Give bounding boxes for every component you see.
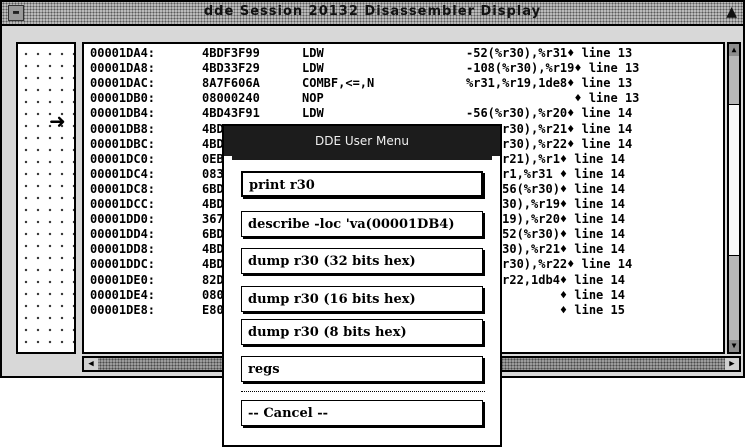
scroll-down-icon[interactable]: ▼: [729, 340, 739, 352]
instruction-hex: 4BD43F91: [202, 106, 260, 121]
breakpoint-gutter[interactable]: [16, 42, 76, 354]
instruction-address: 00001DC4:: [90, 166, 156, 181]
right-arrow-icon: ➜: [49, 109, 66, 133]
instruction-hex: 083: [202, 166, 224, 181]
menu-item-regs[interactable]: regs: [241, 356, 483, 382]
instruction-hex: 4BD33F29: [202, 61, 260, 76]
instruction-opcode: LDW: [302, 46, 324, 60]
instruction-opcode: COMBF,<=,N: [302, 76, 375, 91]
instruction-hex: E80: [202, 302, 224, 317]
instruction-hex: 0EB: [202, 151, 224, 166]
instruction-address: 00001DC8:: [90, 181, 156, 196]
window-maximize-icon[interactable]: ▲: [726, 4, 737, 20]
menu-title-frame: [232, 156, 492, 160]
instruction-hex: 4BD: [202, 136, 224, 151]
instruction-opcode: LDW: [302, 106, 324, 121]
instruction-operands: -52(%r30),%r31♦ line 13: [466, 46, 633, 60]
instruction-hex: 4BD: [202, 242, 224, 257]
instruction-address: 00001DB0:: [90, 91, 156, 106]
menu-item-describe-loc[interactable]: describe -loc 'va(00001DB4): [241, 211, 483, 237]
instruction-address: 00001DC0:: [90, 151, 156, 166]
instruction-address: 00001DDC:: [90, 257, 156, 272]
instruction-hex: 4BD: [202, 197, 224, 211]
menu-item-dump-16[interactable]: dump r30 (16 bits hex): [241, 286, 483, 312]
instruction-operands: %r31,%r19,1de8♦ line 13: [466, 76, 633, 91]
vertical-scrollbar[interactable]: ▲ ▼: [727, 42, 741, 354]
scroll-up-icon[interactable]: ▲: [729, 44, 739, 56]
instruction-operands: -56(%r30),%r20♦ line 14: [466, 106, 633, 121]
instruction-hex: 4BD: [202, 257, 224, 272]
instruction-hex: 4BD: [202, 121, 224, 136]
instruction-address: 00001DA8:: [90, 61, 156, 76]
instruction-address: 00001DD0:: [90, 212, 156, 227]
menu-item-dump-8[interactable]: dump r30 (8 bits hex): [241, 319, 483, 345]
instruction-address: 00001DAC:: [90, 76, 156, 91]
instruction-opcode: NOP: [302, 91, 324, 106]
instruction-hex: 4BDF3F99: [202, 46, 260, 60]
dde-user-menu: DDE User Menu print r30 describe -loc 'v…: [222, 124, 502, 447]
window-title: dde Session 20132 Disassembler Display: [203, 4, 542, 19]
menu-title[interactable]: DDE User Menu: [224, 126, 500, 156]
instruction-address: 00001DB8:: [90, 121, 156, 136]
instruction-operands: ♦ line 13: [466, 91, 640, 106]
scroll-right-icon[interactable]: ▶: [725, 358, 739, 370]
instruction-address: 00001DE0:: [90, 272, 156, 287]
instruction-address: 00001DD4:: [90, 227, 156, 242]
menu-item-cancel[interactable]: -- Cancel --: [241, 400, 483, 426]
instruction-hex: 08000240: [202, 91, 260, 106]
instruction-operands: -108(%r30),%r19♦ line 13: [466, 61, 640, 76]
instruction-opcode: LDW: [302, 61, 324, 76]
instruction-address: 00001DBC:: [90, 136, 156, 151]
menu-item-print-r30[interactable]: print r30: [241, 171, 483, 197]
instruction-address: 00001DE8:: [90, 302, 156, 317]
instruction-hex: 8A7F606A: [202, 76, 260, 91]
instruction-hex: 367: [202, 212, 224, 227]
instruction-address: 00001DE4:: [90, 287, 156, 302]
scroll-left-icon[interactable]: ◀: [84, 358, 98, 370]
instruction-hex: 6BD: [202, 181, 224, 196]
scroll-thumb[interactable]: [729, 104, 739, 256]
instruction-address: 00001DA4:: [90, 46, 156, 60]
menu-item-dump-32[interactable]: dump r30 (32 bits hex): [241, 248, 483, 274]
window-titlebar[interactable]: ▬ dde Session 20132 Disassembler Display…: [2, 2, 743, 26]
instruction-hex: 080: [202, 287, 224, 302]
instruction-hex: 82D: [202, 272, 224, 287]
instruction-hex: 6BD: [202, 227, 224, 242]
instruction-address: 00001DB4:: [90, 106, 156, 121]
instruction-address: 00001DD8:: [90, 242, 156, 257]
menu-separator: [241, 391, 485, 393]
instruction-address: 00001DCC:: [90, 197, 156, 211]
